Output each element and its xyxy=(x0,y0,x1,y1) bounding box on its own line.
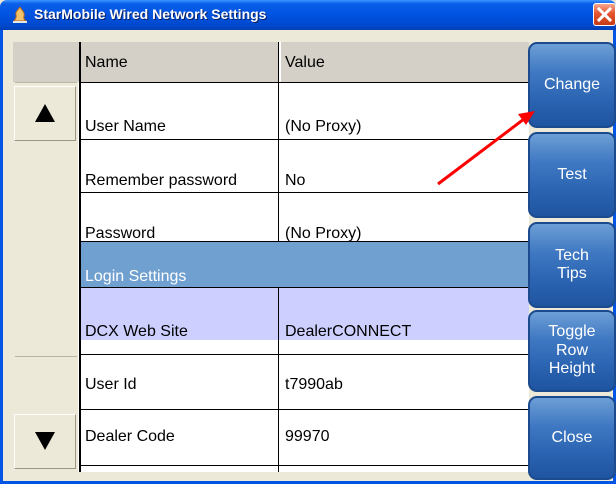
row-dcx-web-site-value[interactable]: DealerCONNECT xyxy=(285,323,411,341)
row-dealer-code[interactable]: Dealer Code xyxy=(85,428,175,446)
close-button-label: Close xyxy=(551,428,593,446)
toggle-row-height-button[interactable]: Toggle Row Height xyxy=(528,310,616,392)
grid-line-h xyxy=(81,241,529,242)
row-user-name[interactable]: User Name xyxy=(85,118,166,136)
toggle-row-height-button-label: Toggle Row Height xyxy=(548,323,596,378)
window-close-button[interactable] xyxy=(593,3,616,26)
column-header-name[interactable]: Name xyxy=(81,42,279,82)
app-icon xyxy=(13,7,27,23)
row-remember-password-value[interactable]: No xyxy=(285,172,305,190)
section-login-settings[interactable]: Login Settings xyxy=(85,268,186,286)
row-remember-password[interactable]: Remember password xyxy=(85,172,237,190)
test-button-label: Test xyxy=(557,165,587,183)
row-header-divider xyxy=(15,356,77,357)
tech-tips-button[interactable]: Tech Tips xyxy=(528,222,616,308)
triangle-down-icon xyxy=(35,432,55,450)
settings-grid: Name Value User Name (No Proxy) Remember… xyxy=(13,42,529,472)
column-header-name-label: Name xyxy=(85,54,128,71)
triangle-up-icon xyxy=(35,104,55,122)
grid-line-h xyxy=(81,139,529,140)
change-button-label: Change xyxy=(543,75,601,93)
grid-line-h xyxy=(81,465,529,466)
close-icon xyxy=(597,7,612,22)
grid-line-h xyxy=(81,192,529,193)
row-user-name-value[interactable]: (No Proxy) xyxy=(285,118,361,136)
row-dealer-code-value[interactable]: 99970 xyxy=(285,428,330,446)
scroll-down-button[interactable] xyxy=(14,414,76,469)
change-button[interactable]: Change xyxy=(528,42,616,128)
header-corner xyxy=(13,42,79,82)
close-button[interactable]: Close xyxy=(528,396,616,480)
tech-tips-button-label: Tech Tips xyxy=(555,246,589,282)
grid-line-h xyxy=(81,287,529,288)
grid-line-h xyxy=(81,409,529,410)
title-bar: StarMobile Wired Network Settings xyxy=(0,0,616,30)
row-user-id[interactable]: User Id xyxy=(85,376,137,394)
test-button[interactable]: Test xyxy=(528,132,616,218)
scroll-up-button[interactable] xyxy=(14,86,76,141)
column-header-value[interactable]: Value xyxy=(281,42,529,82)
grid-line-left xyxy=(79,42,81,472)
grid-line-h xyxy=(81,354,529,355)
window-title: StarMobile Wired Network Settings xyxy=(34,6,267,22)
row-header-divider xyxy=(15,82,77,83)
row-dcx-web-site[interactable]: DCX Web Site xyxy=(85,323,188,341)
column-header-value-label: Value xyxy=(285,54,325,71)
grid-line-h xyxy=(81,82,529,83)
section-line-mask xyxy=(278,241,279,287)
row-user-id-value[interactable]: t7990ab xyxy=(285,376,343,394)
